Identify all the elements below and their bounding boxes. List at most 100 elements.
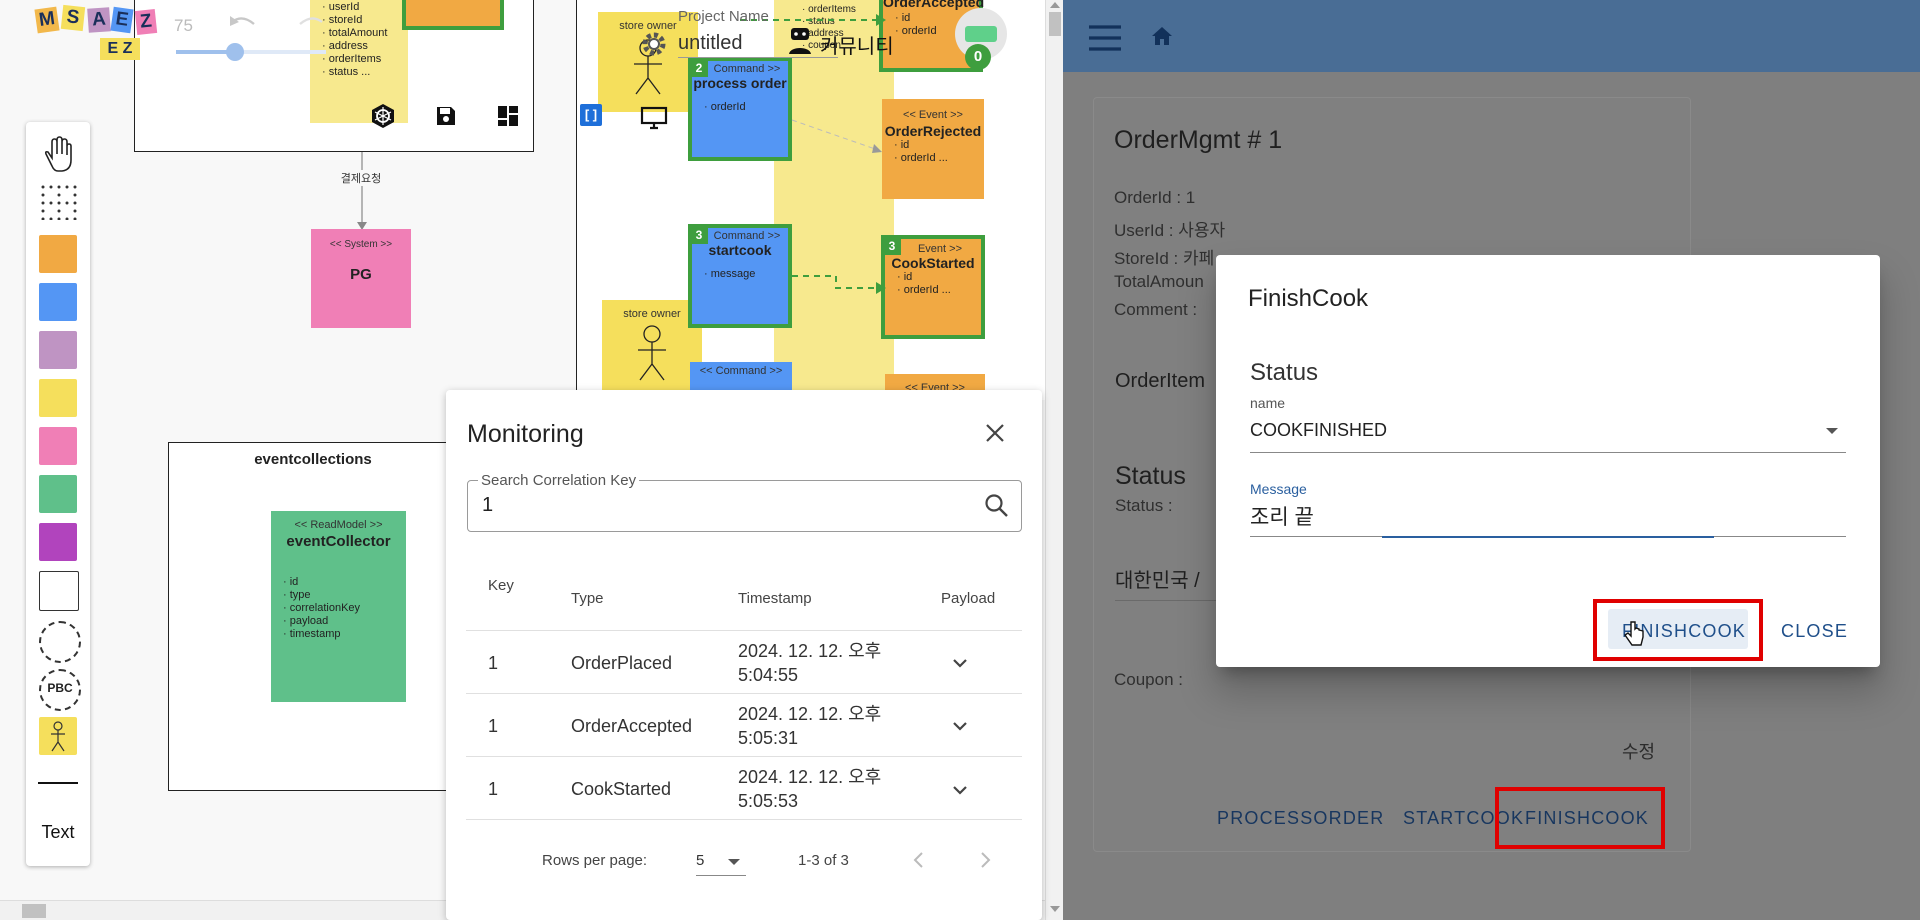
user-avatar[interactable]: 0 [955, 8, 1007, 70]
text-tool[interactable]: Text [26, 822, 90, 843]
readmodel-sticker[interactable]: << ReadModel >> eventCollector id type c… [271, 511, 406, 702]
sticker-stereotype: << ReadModel >> [294, 519, 383, 531]
sticker-stereotype: << Command >> [699, 365, 783, 377]
modeling-canvas[interactable]: id userId storeId totalAmount address or… [0, 0, 1063, 920]
grid-select-icon[interactable] [38, 182, 78, 220]
project-name-input[interactable]: untitled [678, 32, 838, 58]
readmodel-field: id [283, 576, 406, 589]
prev-page-icon[interactable] [910, 850, 928, 870]
event-field: orderId ... [897, 284, 981, 297]
message-field[interactable]: Message 조리 끝 [1250, 481, 1846, 538]
kubernetes-icon[interactable] [370, 103, 396, 129]
name-select-value: COOKFINISHED [1250, 420, 1388, 440]
hand-tool-icon[interactable] [38, 136, 78, 174]
table-divider [466, 630, 1022, 631]
home-icon[interactable] [1151, 26, 1173, 46]
command-sticker-tool[interactable] [39, 283, 77, 321]
event-field: id [894, 139, 984, 152]
save-icon[interactable] [434, 104, 458, 128]
close-icon[interactable] [984, 422, 1006, 444]
edit-button[interactable]: 수정 [1622, 738, 1655, 764]
actor-label: store owner [623, 308, 681, 320]
actor-sticker-tool[interactable] [39, 717, 77, 755]
finishcook-button[interactable]: FINISHCOOK [1525, 808, 1649, 829]
search-correlation-field[interactable]: Search Correlation Key 1 [467, 472, 1022, 532]
order-item-heading: OrderItem [1115, 370, 1206, 392]
policy-sticker-tool[interactable] [39, 331, 77, 369]
zoom-slider-thumb[interactable] [226, 43, 244, 61]
order-field: TotalAmoun [1114, 272, 1204, 291]
connection-arrow[interactable] [350, 152, 380, 232]
logo-letter: E Z [100, 38, 140, 60]
redo-icon[interactable] [296, 12, 326, 34]
order-title: OrderMgmt # 1 [1114, 126, 1283, 154]
app-logo[interactable]: M S A E Z E Z [34, 4, 158, 64]
chevron-down-icon[interactable] [950, 654, 970, 672]
aggregate-sticker-tool[interactable] [39, 379, 77, 417]
undo-icon[interactable] [228, 12, 258, 34]
external-sticker-tool[interactable] [39, 523, 77, 561]
monitor-icon[interactable] [640, 106, 668, 130]
vertical-scrollbar[interactable] [1045, 0, 1063, 920]
settings-icon[interactable] [640, 30, 668, 58]
scrollbar-thumb[interactable] [22, 904, 46, 918]
menu-icon[interactable] [1087, 24, 1123, 52]
search-icon[interactable] [984, 493, 1010, 519]
community-label[interactable]: 커뮤니티 [820, 30, 894, 59]
processorder-button[interactable]: PROCESSORDER [1217, 808, 1384, 829]
status-heading: Status [1115, 462, 1186, 490]
row-timestamp-date: 2024. 12. 12. 오후 [738, 767, 882, 787]
event-field: id [897, 271, 981, 284]
readmodel-field: correlationKey [283, 602, 406, 615]
system-sticker[interactable]: << System >> PG [311, 229, 411, 328]
actor-sticker[interactable]: store owner [602, 300, 702, 400]
line-tool[interactable] [38, 782, 78, 784]
row-timestamp-time: 5:05:53 [738, 791, 799, 811]
sticker-stereotype: << System >> [329, 239, 393, 250]
readmodel-sticker-tool[interactable] [39, 475, 77, 513]
scroll-up-icon[interactable] [1050, 2, 1060, 8]
logo-letter: M [34, 6, 60, 34]
notification-badge: 0 [965, 44, 991, 70]
message-label: Message [1250, 481, 1307, 497]
row-timestamp-time: 5:04:55 [738, 665, 799, 685]
scrollbar-thumb[interactable] [1049, 12, 1061, 36]
monitoring-panel: Monitoring Search Correlation Key 1 Key … [446, 390, 1042, 920]
message-input[interactable]: 조리 끝 [1250, 501, 1314, 531]
row-key: 1 [488, 779, 499, 799]
event-sticker-tool[interactable] [39, 235, 77, 273]
sticker-title: PG [350, 266, 372, 283]
rows-per-page-label: Rows per page: [542, 852, 648, 869]
chevron-down-icon[interactable] [950, 781, 970, 799]
system-sticker-tool[interactable] [39, 427, 77, 465]
readmodel-field: timestamp [283, 628, 406, 641]
chevron-down-icon[interactable] [950, 717, 970, 735]
pagination-range: 1-3 of 3 [798, 852, 849, 869]
order-app: OrderMgmt # 1 OrderId : 1 UserId : 사용자 S… [1063, 0, 1920, 920]
dialog-close-button[interactable]: CLOSE [1781, 621, 1848, 642]
step-badge: 2 [690, 59, 708, 77]
table-divider [466, 756, 1022, 757]
logo-letter: S [60, 4, 86, 32]
bounded-context-tool[interactable] [39, 621, 81, 663]
aggregate-field: userId [322, 1, 408, 14]
dashboard-icon[interactable] [496, 104, 520, 128]
scroll-down-icon[interactable] [1050, 906, 1060, 912]
message-focus-line [1382, 536, 1714, 538]
pbc-tool[interactable]: PBC [39, 669, 81, 711]
bracket-icon[interactable]: [ ] [580, 104, 602, 126]
column-header-key: Key [488, 577, 514, 594]
name-select[interactable]: name COOKFINISHED [1250, 395, 1846, 453]
rows-per-page-select[interactable]: 5 [696, 848, 746, 876]
cursor-pointer-icon [1624, 621, 1644, 647]
actor-sticker[interactable]: store owner [598, 12, 698, 112]
row-key: 1 [488, 716, 499, 736]
event-sticker[interactable] [402, 0, 504, 30]
table-divider [466, 693, 1022, 694]
search-input[interactable]: 1 [482, 494, 493, 517]
sticker-title: eventCollector [286, 533, 391, 550]
ui-sticker-tool[interactable] [39, 571, 79, 611]
community-icon[interactable] [786, 26, 814, 56]
next-page-icon[interactable] [976, 850, 994, 870]
logo-letter: Z [134, 9, 158, 35]
